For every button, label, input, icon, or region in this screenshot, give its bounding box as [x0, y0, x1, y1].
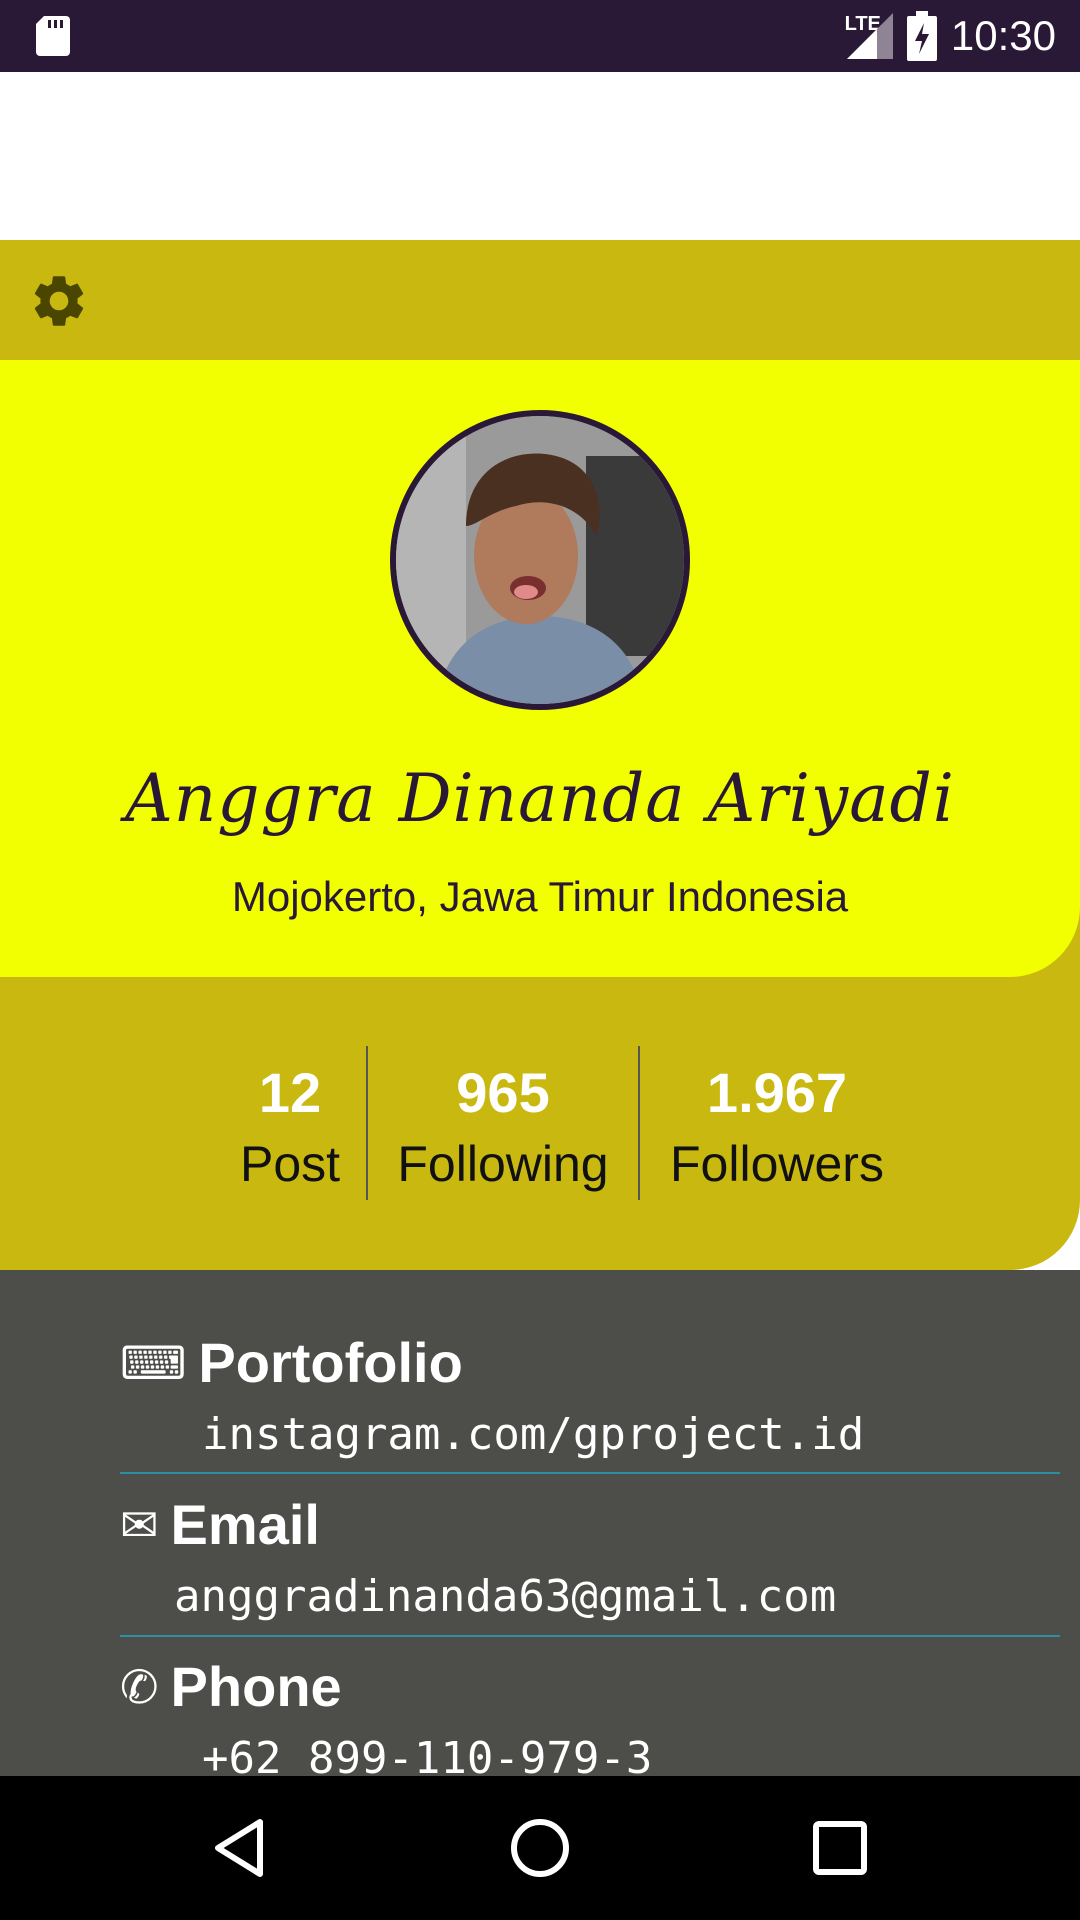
phone-value: +62 899-110-979-3 [202, 1733, 653, 1776]
app-bar [0, 72, 1080, 240]
home-icon[interactable] [504, 1812, 576, 1884]
toolbar [0, 240, 1080, 360]
row-divider [120, 1472, 1060, 1474]
stat-followers[interactable]: 1.967 Followers [650, 1060, 904, 1193]
stat-following-label: Following [397, 1136, 609, 1192]
clock: 10:30 [950, 12, 1056, 59]
profile-location: Mojokerto, Jawa Timur Indonesia [231, 873, 849, 920]
stat-divider [638, 1046, 640, 1200]
battery-charging-icon [906, 11, 937, 61]
phone-icon: ✆ [120, 1660, 159, 1713]
stat-followers-label: Followers [670, 1136, 884, 1192]
stat-following-value: 965 [456, 1061, 550, 1124]
back-icon[interactable] [204, 1812, 276, 1884]
navigation-bar [0, 1776, 1080, 1920]
signal-icon [846, 13, 893, 59]
email-row[interactable]: ✉ Email anggradinanda63@gmail.com [120, 1492, 1060, 1622]
phone-row[interactable]: ✆ Phone +62 899-110-979-3 [120, 1654, 1060, 1776]
contact-info-section: ⌨ Portofolio instagram.com/gproject.id ✉… [0, 1270, 1080, 1776]
row-divider [120, 1635, 1060, 1637]
phone-title: Phone [170, 1655, 342, 1718]
stat-followers-value: 1.967 [706, 1061, 848, 1124]
email-title: Email [170, 1493, 320, 1556]
status-bar: LTE 10:30 [0, 0, 1080, 72]
portfolio-value: instagram.com/gproject.id [202, 1409, 865, 1460]
email-value: anggradinanda63@gmail.com [174, 1571, 837, 1622]
stat-posts[interactable]: 12 Post [230, 1060, 350, 1193]
stat-following[interactable]: 965 Following [378, 1060, 628, 1193]
stat-posts-value: 12 [258, 1061, 322, 1124]
stat-divider [366, 1046, 368, 1200]
sd-card-icon [36, 16, 70, 56]
envelope-icon: ✉ [120, 1498, 159, 1551]
avatar[interactable] [390, 410, 690, 710]
portfolio-row[interactable]: ⌨ Portofolio instagram.com/gproject.id [120, 1330, 1060, 1460]
portfolio-title: Portofolio [198, 1331, 463, 1394]
profile-name: Anggra Dinanda Ariyadi [125, 760, 955, 837]
stat-posts-label: Post [239, 1136, 341, 1192]
gear-icon[interactable] [28, 270, 90, 332]
avatar-photo [396, 416, 684, 704]
keyboard-icon: ⌨ [120, 1336, 187, 1389]
recents-icon[interactable] [804, 1812, 876, 1884]
